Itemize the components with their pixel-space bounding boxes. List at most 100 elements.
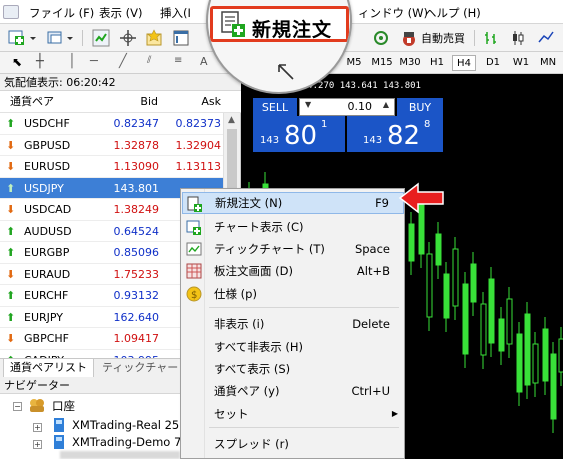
auto-trading-label[interactable]: 自動売買	[421, 30, 465, 48]
one-click-trading-panel: SELL ▼ 0.10 ▲ BUY 143 80 1 143 82 8	[253, 96, 443, 152]
menu-item-sets[interactable]: セット ▶	[182, 403, 404, 425]
symbol-name: USDJPY	[24, 181, 64, 195]
buy-price-fraction: 8	[424, 119, 431, 130]
profiles-icon[interactable]	[46, 29, 76, 47]
pointer-arrow-icon	[398, 182, 444, 214]
menu-file[interactable]: ファイル (F)	[29, 5, 94, 21]
column-header-symbol[interactable]: 通貨ペア	[10, 91, 54, 113]
candle-body	[498, 318, 505, 352]
collapse-toggle-icon[interactable]: −	[13, 402, 22, 411]
fibonacci-icon[interactable]: ≡	[174, 55, 182, 66]
menu-item-specification[interactable]: $ 仕様 (p)	[182, 283, 404, 305]
timeframe-d1[interactable]: D1	[481, 55, 505, 71]
symbol-name: AUDUSD	[24, 224, 72, 238]
terminal-window-icon[interactable]	[172, 29, 190, 47]
tree-account-demo[interactable]: XMTrading-Demo 7	[72, 435, 181, 449]
arrow-up-icon: ⬆	[6, 181, 16, 195]
arrow-up-icon: ⬆	[6, 289, 16, 302]
bid-price: 0.64524	[113, 224, 160, 238]
trendline-icon[interactable]: ╱	[119, 54, 127, 69]
ask-price: 1.32904	[175, 138, 222, 152]
arrow-up-icon: ⬆	[6, 310, 16, 324]
account-icon	[54, 435, 64, 449]
volume-decrease-icon[interactable]: ▼	[305, 100, 311, 109]
tab-symbols[interactable]: 通貨ペアリスト	[3, 359, 94, 378]
new-chart-icon[interactable]	[8, 29, 38, 47]
timeframe-m30[interactable]: M30	[398, 55, 422, 71]
candle-body	[524, 313, 531, 386]
navigator-star-icon[interactable]	[145, 29, 163, 47]
sell-price[interactable]: 143 80 1	[253, 116, 345, 152]
new-order-icon	[221, 11, 245, 37]
menu-item-hide-all[interactable]: すべて非表示 (H)	[182, 336, 404, 358]
text-label-icon[interactable]: A	[200, 55, 208, 68]
candle-body	[558, 338, 563, 373]
menu-item-label: 板注文画面 (D)	[214, 264, 293, 278]
candlestick-chart-icon[interactable]	[509, 29, 527, 47]
menu-item-hide[interactable]: 非表示 (i) Delete	[182, 313, 404, 335]
crosshair-icon[interactable]: ┼	[36, 54, 44, 69]
column-header-bid[interactable]: Bid	[140, 91, 158, 113]
horizontal-line-icon[interactable]: ─	[90, 54, 98, 69]
timeframe-h4[interactable]: H4	[452, 55, 476, 71]
line-chart-icon[interactable]	[537, 29, 555, 47]
arrow-down-icon: ⬇	[6, 138, 16, 152]
tree-account-real[interactable]: XMTrading-Real 252	[72, 418, 187, 432]
bid-price: 1.09417	[113, 332, 160, 345]
candle-body	[516, 333, 523, 393]
metaeditor-icon[interactable]	[372, 29, 390, 47]
buy-price[interactable]: 143 82 8	[347, 116, 443, 152]
menu-item-chart-window[interactable]: チャート表示 (C)	[182, 216, 404, 238]
tree-accounts[interactable]: 口座	[52, 398, 75, 414]
timeframe-w1[interactable]: W1	[509, 55, 533, 71]
cursor-icon[interactable]: ⬉	[12, 55, 22, 69]
menu-item-label: すべて非表示 (H)	[214, 340, 304, 354]
menu-item-show-all[interactable]: すべて表示 (S)	[182, 358, 404, 380]
bar-chart-icon[interactable]	[482, 29, 500, 47]
submenu-arrow-icon: ▶	[391, 409, 398, 418]
market-watch-icon[interactable]	[92, 29, 110, 47]
symbol-row[interactable]: ⬇ GBPUSD 1.32878 1.32904	[0, 135, 223, 156]
menu-item-symbols[interactable]: 通貨ペア (y) Ctrl+U	[182, 380, 404, 402]
buy-button[interactable]: BUY	[397, 98, 443, 118]
crosshair-move-icon[interactable]	[119, 29, 137, 47]
candle-body	[462, 283, 469, 355]
app-icon	[3, 5, 19, 19]
expand-toggle-icon[interactable]: +	[33, 423, 42, 432]
bid-price: 0.82347	[113, 117, 160, 130]
menu-item-tick-chart[interactable]: ティックチャート (T) Space	[182, 238, 404, 260]
auto-trading-icon[interactable]	[400, 29, 418, 47]
menu-item-new-order[interactable]: 新規注文 (N) F9	[182, 192, 404, 214]
candle-body	[550, 353, 557, 420]
sell-button[interactable]: SELL	[253, 98, 297, 118]
timeframe-mn[interactable]: MN	[536, 55, 560, 71]
zoom-new-order-label: 新規注文	[252, 19, 333, 41]
volume-stepper[interactable]: ▼ 0.10 ▲	[299, 98, 395, 116]
candle-body	[443, 273, 450, 319]
symbol-row[interactable]: ⬇ EURUSD 1.13090 1.13113	[0, 156, 223, 178]
menu-view[interactable]: 表示 (V)	[99, 5, 143, 21]
volume-increase-icon[interactable]: ▲	[383, 100, 389, 109]
equidistant-channel-icon[interactable]: ⫽	[147, 55, 151, 66]
bid-price: 143.801	[113, 181, 160, 195]
expand-toggle-icon[interactable]: +	[33, 440, 42, 449]
menu-item-shortcut: F9	[375, 196, 389, 210]
menu-item-spread[interactable]: スプレッド (r)	[182, 433, 404, 455]
timeframe-m15[interactable]: M15	[370, 55, 394, 71]
context-menu: 新規注文 (N) F9 チャート表示 (C) ティックチャート (T) Space 板注文…	[180, 188, 405, 459]
menu-item-label: すべて表示 (S)	[214, 362, 291, 376]
menu-window[interactable]: ィンドウ (W)	[358, 5, 428, 21]
menu-item-depth-of-market[interactable]: 板注文画面 (D) Alt+B	[182, 260, 404, 282]
scroll-up-icon[interactable]: ▲	[228, 115, 235, 125]
symbol-row[interactable]: ⬆ USDCHF 0.82347 0.82373	[0, 113, 223, 135]
menu-item-label: スプレッド (r)	[214, 437, 289, 451]
menu-insert[interactable]: 挿入(I	[160, 5, 191, 21]
column-header-ask[interactable]: Ask	[201, 91, 221, 113]
market-watch-header: 通貨ペア Bid Ask	[0, 91, 241, 113]
vertical-line-icon[interactable]: │	[68, 54, 76, 69]
timeframe-h1[interactable]: H1	[425, 55, 449, 71]
arrow-down-icon: ⬇	[6, 332, 16, 345]
volume-value[interactable]: 0.10	[348, 100, 373, 113]
menu-item-shortcut: Space	[354, 242, 390, 256]
menu-help[interactable]: ヘルプ (H)	[425, 5, 481, 21]
